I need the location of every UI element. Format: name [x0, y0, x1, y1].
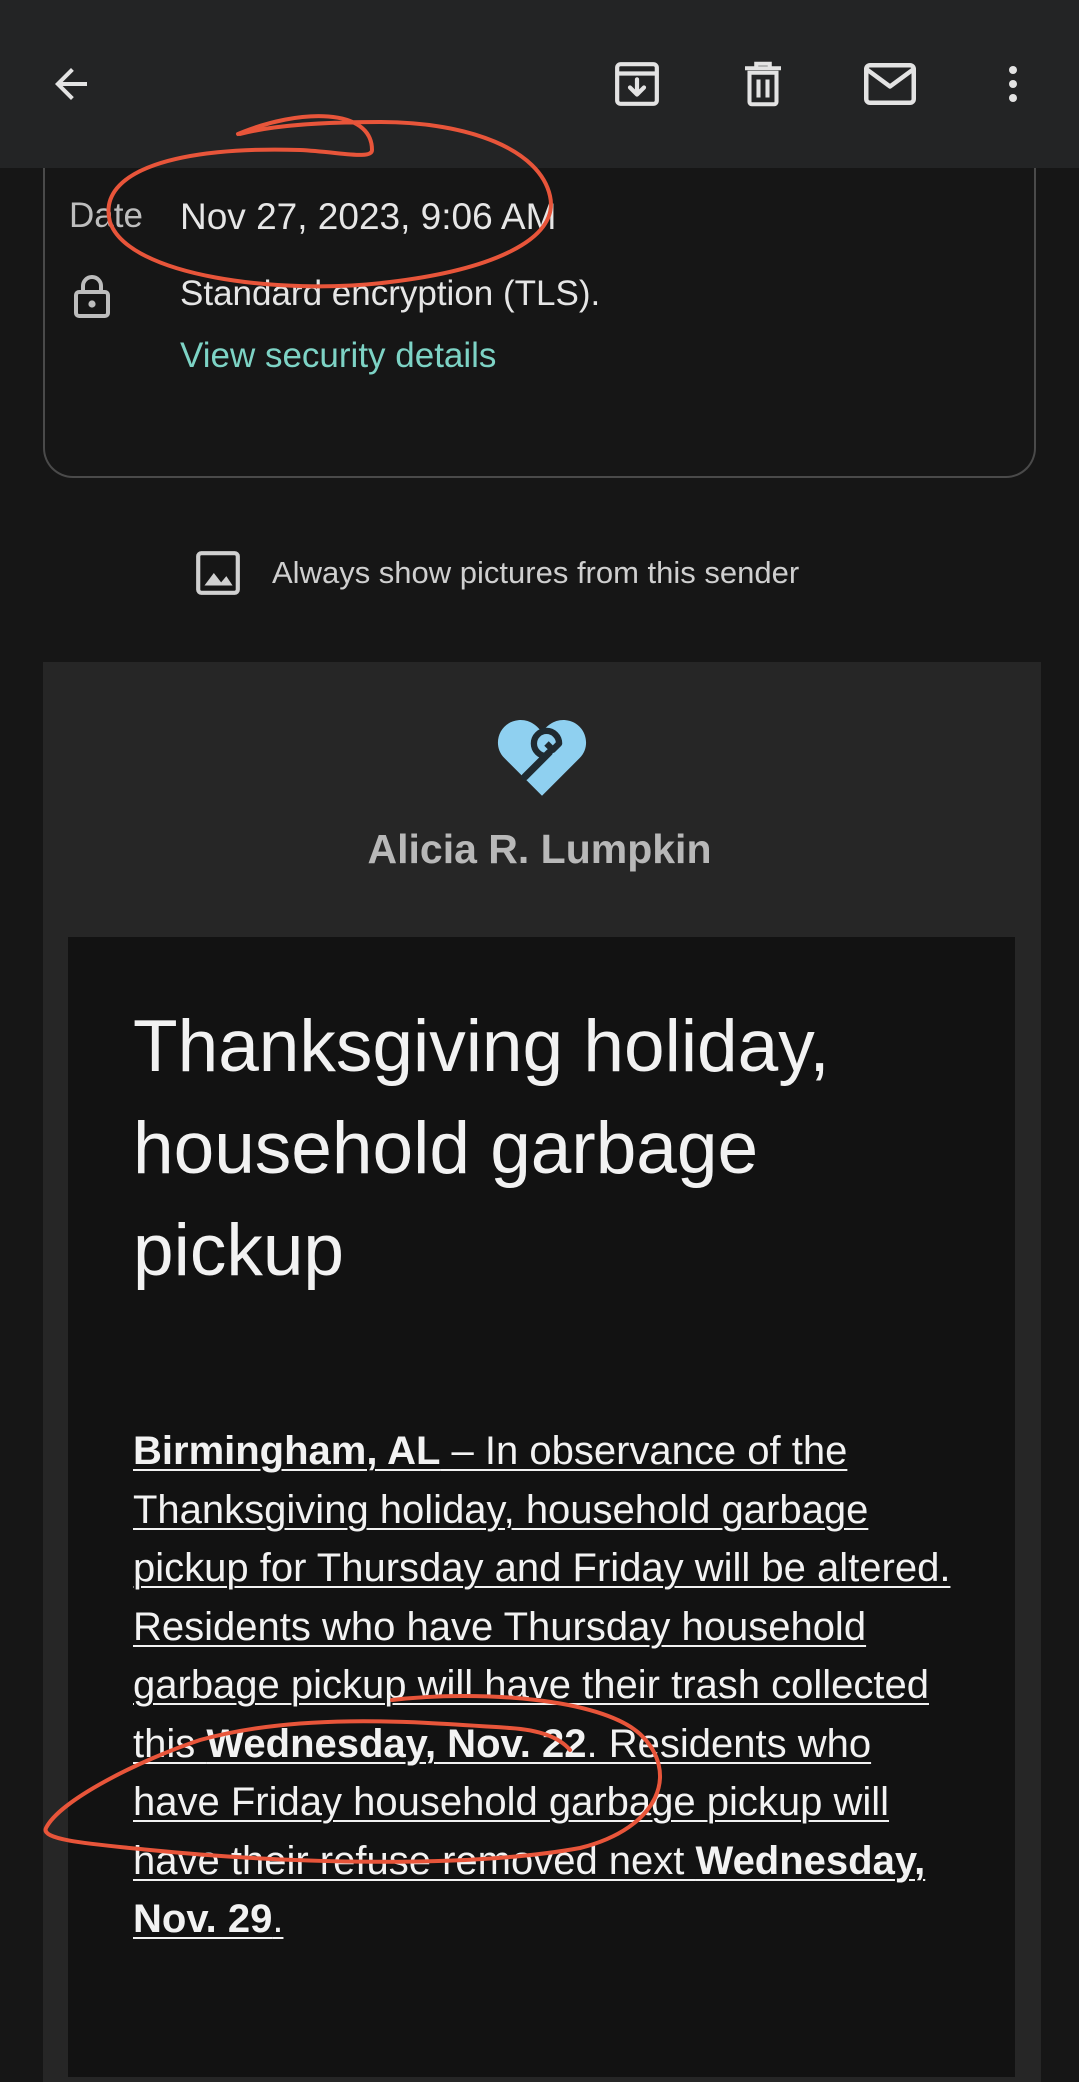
arrow-left-icon — [55, 68, 87, 100]
more-options-button[interactable] — [973, 44, 1053, 124]
image-icon — [196, 551, 240, 595]
lock-icon — [74, 275, 110, 318]
always-show-pictures-button[interactable]: Always show pictures from this sender — [193, 548, 799, 598]
mark-unread-button[interactable] — [850, 44, 930, 124]
heart-wrench-icon — [497, 720, 587, 796]
more-vert-icon — [1009, 66, 1017, 102]
mail-icon — [864, 63, 916, 105]
back-button[interactable] — [31, 44, 111, 124]
date-label: Date — [69, 196, 143, 235]
email-headline: Thanksgiving holiday, household garbage … — [133, 1006, 830, 1291]
email-body-paragraph: Birmingham, AL – In observance of the Th… — [133, 1422, 963, 1949]
body-text-1: – In observance of the Thanksgiving holi… — [133, 1429, 951, 1766]
date-value: Nov 27, 2023, 9:06 AM — [180, 196, 557, 237]
body-text-3: . — [272, 1897, 284, 1941]
encryption-text: Standard encryption (TLS). — [180, 274, 601, 313]
archive-button[interactable] — [597, 44, 677, 124]
always-show-pictures-label: Always show pictures from this sender — [272, 555, 800, 590]
top-app-bar — [0, 0, 1079, 168]
archive-icon — [615, 62, 659, 106]
body-location: Birmingham, AL — [133, 1429, 441, 1473]
body-date-1: Wednesday, Nov. 22 — [206, 1721, 587, 1766]
delete-button[interactable] — [723, 44, 803, 124]
view-security-details-link[interactable]: View security details — [180, 336, 496, 376]
trash-icon — [745, 61, 781, 107]
sender-name: Alicia R. Lumpkin — [367, 826, 712, 872]
